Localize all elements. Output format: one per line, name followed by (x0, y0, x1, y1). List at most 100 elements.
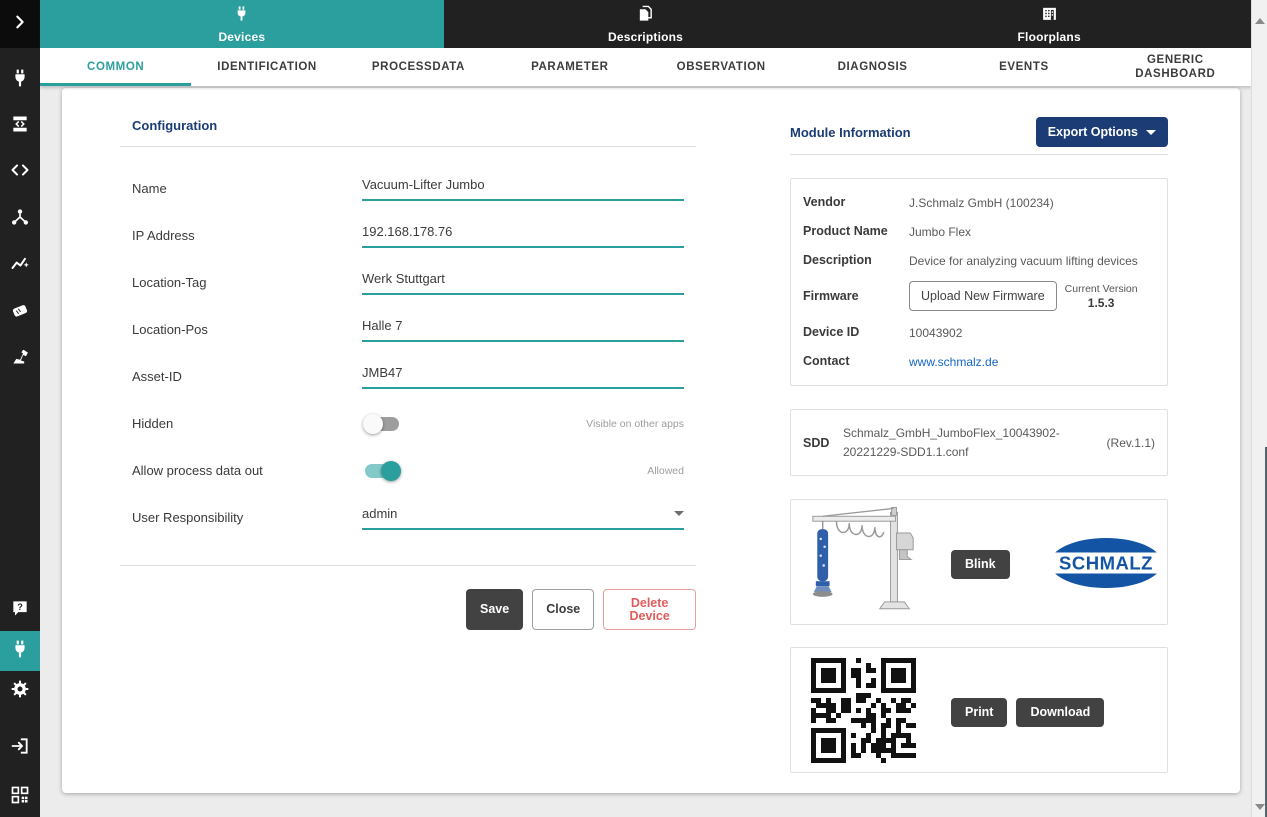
tab-identification[interactable]: IDENTIFICATION (191, 48, 342, 86)
plug-icon (10, 68, 30, 93)
top-tab-label: Floorplans (1018, 30, 1081, 44)
print-button[interactable]: Print (951, 698, 1007, 727)
form-row-ip: IP Address 192.168.178.76 (132, 212, 696, 259)
field-label: Location-Pos (132, 322, 362, 337)
sdd-card: SDD Schmalz_GmbH_JumboFlex_10043902-2022… (790, 409, 1168, 476)
tab-common[interactable]: COMMON (40, 48, 191, 86)
sidebar-item-device-manager-active[interactable] (0, 631, 40, 671)
top-tab-label: Devices (218, 30, 265, 44)
sidebar-item-robot[interactable] (8, 346, 32, 370)
sidebar-item-labels[interactable] (8, 300, 32, 324)
chevron-right-icon (12, 14, 28, 35)
sidebar-item-settings[interactable] (8, 679, 32, 703)
logout-icon (10, 736, 30, 761)
form-row-location-pos: Location-Pos Halle 7 (132, 306, 696, 353)
form-row-asset-id: Asset-ID JMB47 (132, 353, 696, 400)
module-information-title: Module Information (790, 125, 911, 140)
sidebar-item-modules[interactable] (8, 114, 32, 138)
save-button[interactable]: Save (466, 589, 523, 630)
upload-firmware-button[interactable]: Upload New Firmware (909, 281, 1057, 311)
sidebar-expand-button[interactable] (0, 0, 40, 48)
scroll-up-arrow[interactable] (1255, 18, 1265, 24)
divider (120, 146, 696, 147)
hidden-hint: Visible on other apps (586, 418, 684, 430)
field-label: Allow process data out (132, 463, 362, 478)
divider (120, 565, 696, 566)
tab-events[interactable]: EVENTS (948, 48, 1099, 86)
configuration-title: Configuration (132, 118, 696, 133)
code-icon (10, 160, 30, 185)
asset-id-input[interactable]: JMB47 (362, 365, 684, 389)
network-icon (10, 207, 30, 232)
form-actions: Save Close Delete Device (466, 589, 696, 630)
schmalz-logo: SCHMALZ (1049, 537, 1163, 589)
device-id-value: 10043902 (909, 325, 962, 342)
sidebar-item-qr[interactable] (8, 785, 32, 809)
divider (790, 154, 1168, 155)
sidebar-item-analytics[interactable] (8, 253, 32, 277)
tab-observation[interactable]: OBSERVATION (646, 48, 797, 86)
device-image-card: Blink SCHMALZ (790, 499, 1168, 625)
svg-text:?: ? (17, 602, 23, 612)
tab-diagnosis[interactable]: DIAGNOSIS (797, 48, 948, 86)
svg-text:SCHMALZ: SCHMALZ (1059, 553, 1153, 574)
qr-code-image (811, 658, 916, 763)
sdd-revision: (Rev.1.1) (1107, 436, 1155, 450)
top-tab-floorplans[interactable]: Floorplans (847, 0, 1251, 48)
label-icon (10, 300, 30, 325)
field-label: Name (132, 181, 362, 196)
analytics-icon (10, 253, 30, 278)
sidebar-item-network[interactable] (8, 207, 32, 231)
sdd-filename: Schmalz_GmbH_JumboFlex_10043902-20221229… (843, 424, 1075, 461)
field-label: User Responsibility (132, 510, 362, 525)
download-button[interactable]: Download (1016, 698, 1104, 727)
module-information-section: Module Information Export Options Vendor… (790, 118, 1168, 773)
top-navigation: Devices Descriptions Floorplans (40, 0, 1251, 48)
tab-processdata[interactable]: PROCESSDATA (343, 48, 494, 86)
close-button[interactable]: Close (532, 589, 594, 630)
process-data-hint: Allowed (647, 465, 684, 477)
configuration-section: Configuration Name Vacuum-Lifter Jumbo I… (120, 118, 696, 630)
documents-icon (637, 5, 654, 27)
field-label: IP Address (132, 228, 362, 243)
plug-icon (233, 5, 250, 27)
left-sidebar: ? (0, 0, 40, 817)
description-value: Device for analyzing vacuum lifting devi… (909, 253, 1138, 270)
location-tag-input[interactable]: Werk Stuttgart (362, 271, 684, 295)
process-data-toggle[interactable] (365, 464, 399, 478)
export-options-button[interactable]: Export Options (1036, 117, 1168, 147)
detail-row-description: Description Device for analyzing vacuum … (803, 253, 1155, 270)
qr-card: Print Download (790, 647, 1168, 773)
tab-generic-dashboard[interactable]: GENERIC DASHBOARD (1100, 48, 1251, 86)
configuration-form: Name Vacuum-Lifter Jumbo IP Address 192.… (120, 165, 696, 541)
vertical-scrollbar[interactable] (1251, 0, 1267, 817)
form-row-location-tag: Location-Tag Werk Stuttgart (132, 259, 696, 306)
ip-address-input[interactable]: 192.168.178.76 (362, 224, 684, 248)
location-pos-input[interactable]: Halle 7 (362, 318, 684, 342)
tab-parameter[interactable]: PARAMETER (494, 48, 645, 86)
sidebar-item-code[interactable] (8, 160, 32, 184)
blink-button[interactable]: Blink (951, 550, 1010, 579)
delete-device-button[interactable]: Delete Device (603, 589, 696, 630)
plug-icon (10, 639, 30, 664)
qr-code-icon (10, 785, 30, 810)
hidden-toggle[interactable] (365, 417, 399, 431)
robot-arm-icon (10, 346, 30, 371)
top-tab-descriptions[interactable]: Descriptions (444, 0, 848, 48)
detail-row-firmware: Firmware Upload New Firmware Current Ver… (803, 281, 1155, 311)
vendor-value: J.Schmalz GmbH (100234) (909, 195, 1054, 212)
sub-tab-bar: COMMON IDENTIFICATION PROCESSDATA PARAME… (40, 48, 1251, 86)
gear-icon (10, 679, 30, 704)
top-tab-devices[interactable]: Devices (40, 0, 444, 48)
user-responsibility-select[interactable]: admin (362, 506, 684, 530)
scroll-down-arrow[interactable] (1255, 804, 1265, 810)
contact-link[interactable]: www.schmalz.de (909, 354, 998, 371)
sidebar-item-help[interactable]: ? (8, 598, 32, 622)
field-label: Asset-ID (132, 369, 362, 384)
sidebar-item-logout[interactable] (8, 736, 32, 760)
sidebar-item-devices[interactable] (8, 68, 32, 92)
main-panel: Configuration Name Vacuum-Lifter Jumbo I… (62, 88, 1240, 793)
name-input[interactable]: Vacuum-Lifter Jumbo (362, 177, 684, 201)
detail-row-vendor: Vendor J.Schmalz GmbH (100234) (803, 195, 1155, 212)
detail-row-contact: Contact www.schmalz.de (803, 354, 1155, 371)
